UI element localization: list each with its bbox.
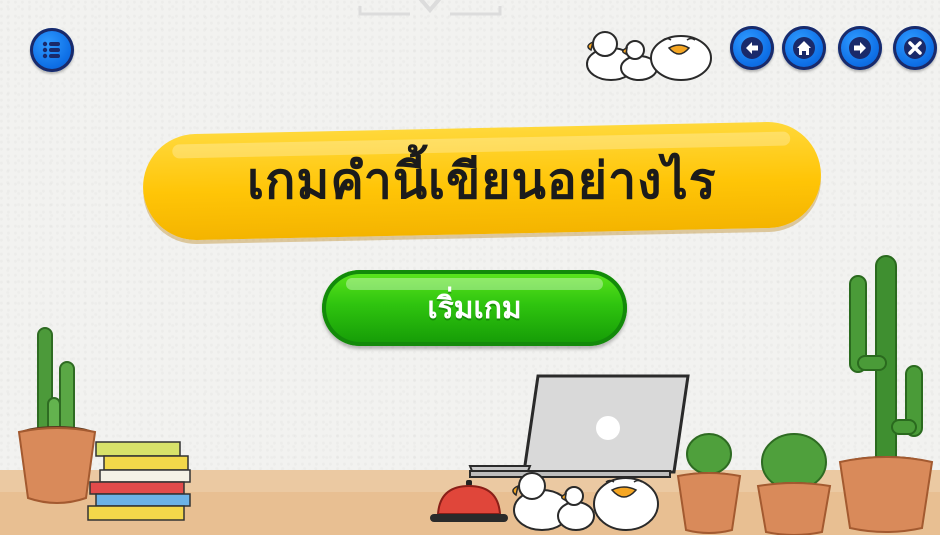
list-icon [42, 41, 60, 59]
logo-fragment [358, 0, 502, 16]
game-title: เกมคำนี้เขียนอย่างไร [247, 151, 717, 210]
game-title-banner: เกมคำนี้เขียนอย่างไร [141, 120, 823, 242]
home-icon [793, 37, 815, 59]
back-button[interactable] [730, 26, 774, 70]
close-button[interactable] [893, 26, 937, 70]
game-start-screen: เกมคำนี้เขียนอย่างไร เริ่มเกม [0, 0, 940, 535]
start-game-label: เริ่มเกม [427, 290, 522, 326]
cactus-pot-round-2 [756, 433, 832, 535]
start-game-button[interactable]: เริ่มเกม [322, 270, 627, 346]
ducks-illustration-top [586, 31, 712, 81]
close-icon [904, 37, 926, 59]
service-bell [430, 480, 508, 522]
ducks-illustration-bottom [512, 472, 659, 531]
cactus-pot-round-1 [676, 433, 742, 534]
arrow-right-icon [849, 37, 871, 59]
forward-button[interactable] [838, 26, 882, 70]
book-stack [87, 441, 191, 521]
arrow-left-icon [741, 37, 763, 59]
tall-cactus-pot-right [838, 255, 934, 533]
menu-button[interactable] [30, 28, 74, 72]
home-button[interactable] [782, 26, 826, 70]
